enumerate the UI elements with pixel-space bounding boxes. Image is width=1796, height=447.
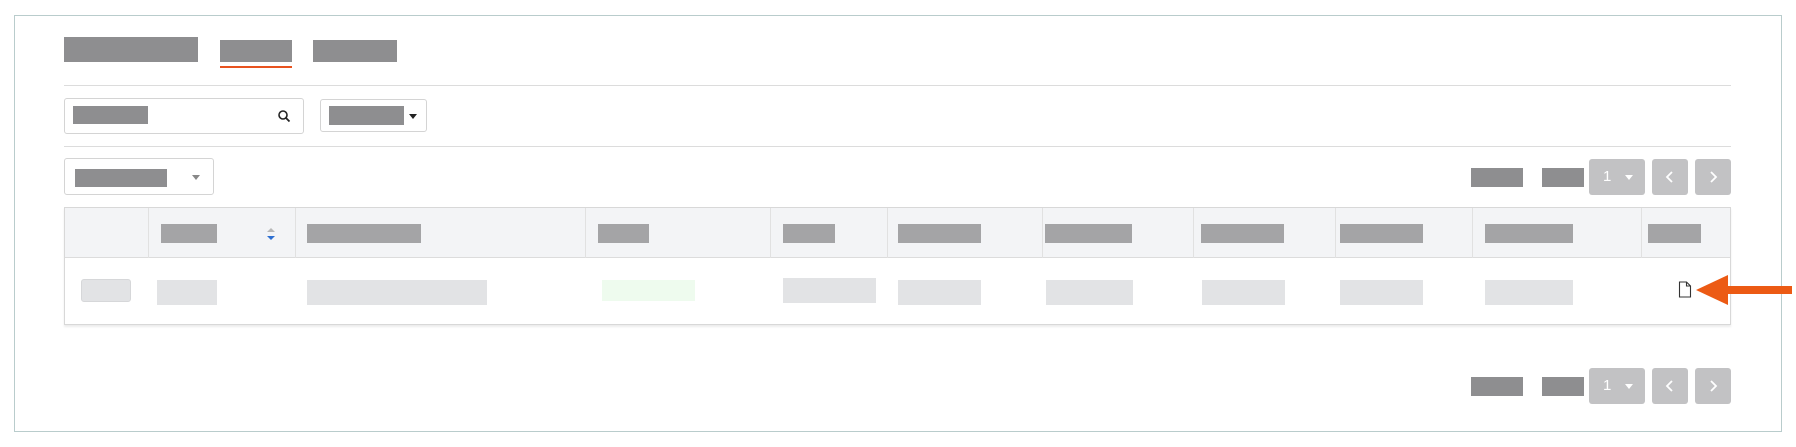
chevron-down-icon (192, 175, 200, 180)
column-header-9[interactable] (1485, 224, 1573, 243)
filter-divider (64, 146, 1731, 147)
column-header-6[interactable] (1045, 224, 1132, 243)
chevron-left-icon (1665, 171, 1673, 183)
column-header-4[interactable] (783, 224, 835, 243)
header-divider (64, 85, 1731, 86)
pagination-label-bottom (1542, 377, 1584, 396)
row-cell-6 (1046, 280, 1133, 305)
table-row (65, 258, 1730, 324)
sort-icon[interactable] (266, 226, 276, 242)
chevron-left-icon (1665, 380, 1673, 392)
row-cell-7 (1202, 280, 1285, 305)
search-icon[interactable] (277, 109, 291, 123)
prev-page-button-top[interactable] (1652, 159, 1688, 195)
page-size-select[interactable] (64, 158, 214, 195)
filter-label (329, 106, 404, 125)
row-cell-5 (898, 280, 981, 305)
page-size-label (75, 169, 167, 187)
page-number: 1 (1603, 168, 1612, 185)
row-cell-8 (1340, 280, 1423, 305)
chevron-right-icon (1710, 171, 1718, 183)
page-title (64, 37, 198, 62)
row-cell-1 (157, 280, 217, 305)
prev-page-button-bottom[interactable] (1652, 368, 1688, 404)
column-header-10[interactable] (1648, 224, 1701, 243)
caret-down-icon (1625, 384, 1633, 389)
search-input[interactable] (64, 98, 304, 134)
caret-down-icon (1625, 175, 1633, 180)
tab-secondary[interactable] (313, 40, 397, 62)
row-cell-4 (783, 278, 876, 303)
row-cell-2[interactable] (307, 280, 487, 305)
column-header-7[interactable] (1201, 224, 1284, 243)
row-cell-9 (1485, 280, 1573, 305)
tab-active[interactable] (220, 40, 292, 62)
caret-down-icon (409, 114, 417, 119)
column-header-3[interactable] (598, 224, 649, 243)
filter-dropdown[interactable] (320, 99, 427, 132)
chevron-right-icon (1710, 380, 1718, 392)
row-checkbox[interactable] (81, 279, 131, 302)
page-select-bottom[interactable]: 1 (1589, 368, 1645, 404)
column-header-8[interactable] (1340, 224, 1423, 243)
page-number: 1 (1603, 377, 1612, 394)
search-placeholder (73, 106, 148, 124)
column-header-5[interactable] (898, 224, 981, 243)
row-cell-3-status (602, 280, 695, 301)
column-header-2[interactable] (307, 224, 421, 243)
pagination-info-bottom (1471, 377, 1523, 396)
next-page-button-bottom[interactable] (1695, 368, 1731, 404)
pagination-info-top (1471, 168, 1523, 187)
arrow-left-icon (1696, 275, 1792, 305)
tab-active-underline (220, 66, 292, 68)
next-page-button-top[interactable] (1695, 159, 1731, 195)
page-select-top[interactable]: 1 (1589, 159, 1645, 195)
pagination-label-top (1542, 168, 1584, 187)
document-icon[interactable] (1678, 281, 1692, 298)
column-header-1[interactable] (161, 224, 217, 243)
